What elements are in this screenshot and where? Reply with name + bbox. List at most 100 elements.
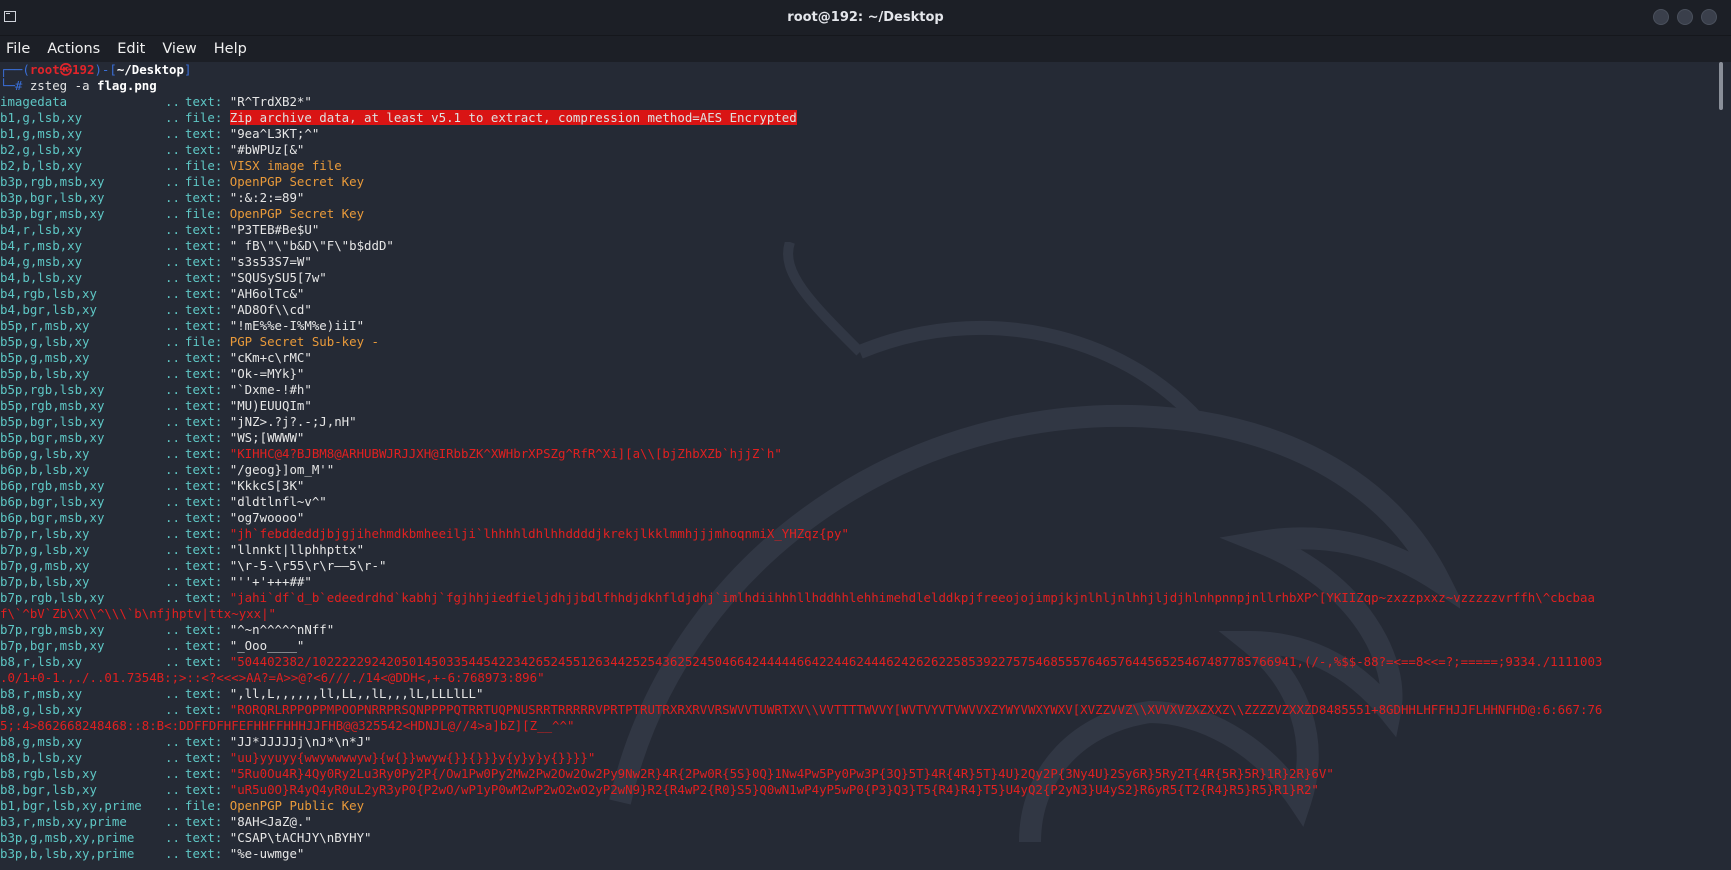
terminal-scrollbar[interactable]	[1717, 62, 1725, 870]
result-key: b8,r,lsb,xy	[0, 654, 83, 669]
separator-dots: ..	[165, 814, 180, 829]
result-row: b7p,g,msb,xy.. text: "\r-5-\r55\r\r——5\r-…	[0, 558, 1712, 574]
separator-dots: ..	[165, 702, 180, 717]
result-kind: text:	[185, 430, 230, 445]
result-row: b5p,bgr,msb,xy.. text: "WS;[WWWW"	[0, 430, 1712, 446]
result-value-continued: .0/1+0-1.,./..01.7354B:;>::<?<<<>AA?=A>>…	[0, 670, 545, 685]
result-value: "^~n^^^^^nNff"	[229, 622, 335, 637]
maximize-button[interactable]	[1677, 9, 1693, 25]
separator-dots: ..	[165, 558, 180, 573]
result-value: "%e-uwmge"	[229, 846, 305, 861]
result-key: b5p,r,msb,xy	[0, 318, 90, 333]
separator-dots: ..	[165, 478, 180, 493]
result-value: ":&:2:=89"	[229, 190, 305, 205]
result-kind: text:	[185, 766, 230, 781]
result-value: "MU)EUUQIm"	[229, 398, 312, 413]
separator-dots: ..	[165, 398, 180, 413]
result-kind: text:	[185, 638, 230, 653]
result-kind: file:	[185, 110, 230, 125]
result-key: b4,rgb,lsb,xy	[0, 286, 97, 301]
separator-dots: ..	[165, 510, 180, 525]
result-value: "P3TEB#Be$U"	[229, 222, 320, 237]
terminal-output[interactable]: ┌──(root㉿192)-[~/Desktop] └─# zsteg -a f…	[0, 62, 1712, 870]
result-kind: text:	[185, 254, 230, 269]
menu-edit[interactable]: Edit	[117, 41, 145, 57]
result-key: b7p,g,msb,xy	[0, 558, 90, 573]
minimize-button[interactable]	[1653, 9, 1669, 25]
result-value: "''+'+++##"	[229, 574, 312, 589]
prompt-line: ┌──(root㉿192)-[~/Desktop]	[0, 62, 192, 77]
separator-dots: ..	[165, 366, 180, 381]
result-value: Zip archive data, at least v5.1 to extra…	[229, 110, 797, 125]
command-name: zsteg	[29, 78, 68, 93]
result-key: b3,r,msb,xy,prime	[0, 814, 127, 829]
result-value: "JJ*JJJJJj\nJ*\n*J"	[229, 734, 372, 749]
result-row: b7p,bgr,msb,xy.. text: "_Ooo____"	[0, 638, 1712, 654]
result-value: OpenPGP Secret Key	[229, 206, 365, 221]
result-value: "_Ooo____"	[229, 638, 305, 653]
result-row: imagedata.. text: "R^TrdXB2*"	[0, 94, 1712, 110]
result-value: " fB\"\"b&D\"F\"b$ddD"	[229, 238, 394, 253]
result-kind: text:	[185, 398, 230, 413]
result-row: b5p,bgr,lsb,xy.. text: "jNZ>.?j?.-;J,nH"	[0, 414, 1712, 430]
result-row: b7p,g,lsb,xy.. text: "llnnkt|llphhpttx"	[0, 542, 1712, 558]
result-value: "AD8Of\\cd"	[229, 302, 312, 317]
result-value: "uu}yyuyy{wwywwwwyw}{w{}}wwyw{}}{}}}y{y}…	[229, 750, 596, 765]
result-key: b6p,b,lsb,xy	[0, 462, 90, 477]
result-value: "KIHHC@4?BJBM8@ARHUBWJRJJXH@IRbbZK^XWHbr…	[229, 446, 782, 461]
separator-dots: ..	[165, 622, 180, 637]
menu-view[interactable]: View	[162, 41, 196, 57]
result-row: b5p,b,lsb,xy.. text: "Ok-=MYk}"	[0, 366, 1712, 382]
result-key: b8,g,lsb,xy	[0, 702, 83, 717]
result-value: "cKm+c\rMC"	[229, 350, 312, 365]
title-bar: root@192: ~/Desktop	[0, 0, 1731, 36]
result-row-wrap: f\`^bV`Zb\X\\^\\\`b\nfjhptv|ttx~yxx|"	[0, 606, 1712, 622]
result-key: b1,bgr,lsb,xy,prime	[0, 798, 142, 813]
separator-dots: ..	[165, 494, 180, 509]
menu-actions[interactable]: Actions	[47, 41, 100, 57]
result-key: b7p,rgb,msb,xy	[0, 622, 105, 637]
result-key: b7p,rgb,lsb,xy	[0, 590, 105, 605]
result-key: b3p,bgr,msb,xy	[0, 206, 105, 221]
result-key: b1,g,lsb,xy	[0, 110, 83, 125]
menu-file[interactable]: File	[6, 41, 30, 57]
result-row: b5p,rgb,msb,xy.. text: "MU)EUUQIm"	[0, 398, 1712, 414]
separator-dots: ..	[165, 206, 180, 221]
separator-dots: ..	[165, 382, 180, 397]
menu-help[interactable]: Help	[214, 41, 247, 57]
result-key: b5p,g,lsb,xy	[0, 334, 90, 349]
result-key: b8,g,msb,xy	[0, 734, 83, 749]
scrollbar-thumb[interactable]	[1719, 62, 1723, 110]
separator-dots: ..	[165, 686, 180, 701]
separator-dots: ..	[165, 270, 180, 285]
result-value: "llnnkt|llphhpttx"	[229, 542, 365, 557]
result-key: b8,bgr,lsb,xy	[0, 782, 97, 797]
result-row: b8,g,msb,xy.. text: "JJ*JJJJJj\nJ*\n*J"	[0, 734, 1712, 750]
result-row: b4,g,msb,xy.. text: "s3s53S7=W"	[0, 254, 1712, 270]
result-value: "jNZ>.?j?.-;J,nH"	[229, 414, 357, 429]
result-value: "504402382/10222229242050145033544542234…	[229, 654, 1603, 669]
terminal-icon[interactable]	[4, 11, 16, 22]
separator-dots: ..	[165, 654, 180, 669]
result-kind: text:	[185, 622, 230, 637]
result-kind: text:	[185, 654, 230, 669]
result-kind: text:	[185, 190, 230, 205]
close-button[interactable]	[1701, 9, 1717, 25]
result-kind: text:	[185, 318, 230, 333]
separator-dots: ..	[165, 254, 180, 269]
separator-dots: ..	[165, 318, 180, 333]
menu-bar: File Actions Edit View Help	[0, 36, 1731, 62]
result-kind: text:	[185, 846, 230, 861]
separator-dots: ..	[165, 350, 180, 365]
result-key: b5p,g,msb,xy	[0, 350, 90, 365]
result-value: "og7woooo"	[229, 510, 305, 525]
result-value: "uR5u0O}R4yQ4yR0uL2yR3yP0{P2wO/wP1yP0wM2…	[229, 782, 1319, 797]
result-value: "#bWPUz[&"	[229, 142, 305, 157]
window-title: root@192: ~/Desktop	[787, 10, 944, 25]
result-kind: text:	[185, 126, 230, 141]
prompt-user-host: root㉿192	[29, 62, 95, 77]
result-value: "`Dxme-!#h"	[229, 382, 312, 397]
result-key: b6p,bgr,lsb,xy	[0, 494, 105, 509]
separator-dots: ..	[165, 222, 180, 237]
result-row: b6p,bgr,msb,xy.. text: "og7woooo"	[0, 510, 1712, 526]
